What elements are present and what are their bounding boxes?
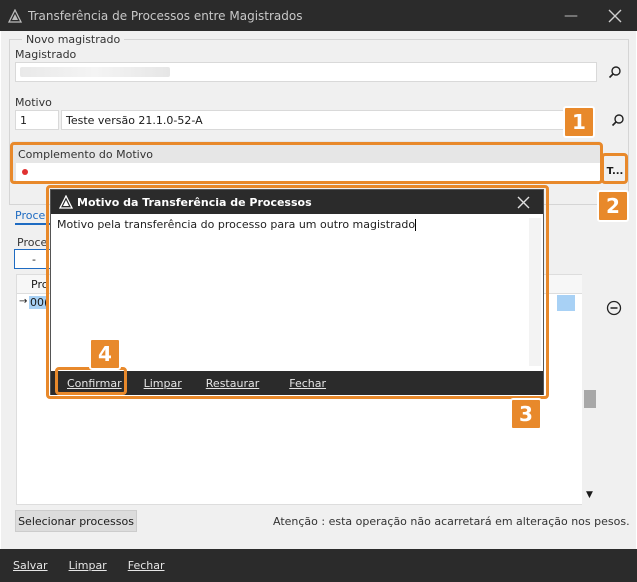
remove-circle-icon[interactable] (606, 300, 622, 316)
limpar-button[interactable]: Limpar (69, 559, 107, 572)
magistrado-search-button[interactable] (604, 61, 626, 83)
fechar-button[interactable]: Fechar (128, 559, 165, 572)
callout-badge-3: 3 (510, 398, 542, 430)
minimize-button[interactable]: — (549, 0, 593, 31)
search-icon (611, 114, 624, 127)
motivo-code-field[interactable]: 1 (15, 110, 59, 130)
callout-badge-4: 4 (89, 338, 121, 370)
close-icon (608, 9, 622, 22)
bottom-toolbar: Salvar Limpar Fechar (0, 549, 637, 582)
scrollbar-thumb[interactable] (584, 390, 596, 408)
salvar-button[interactable]: Salvar (13, 559, 48, 572)
warning-text: Atenção : esta operação não acarretará e… (273, 515, 630, 528)
motivo-text-field[interactable]: Teste versão 21.1.0-52-A (61, 110, 579, 130)
scroll-down-icon[interactable]: ▼ (586, 490, 593, 500)
minimize-icon: — (564, 7, 578, 24)
callout-frame-confirmar (55, 367, 127, 395)
callout-badge-1: 1 (563, 106, 595, 138)
row-highlight-right (557, 295, 575, 311)
grid-scrollbar[interactable]: ▼ (582, 274, 598, 505)
row-arrow-icon: → (19, 296, 28, 307)
window-title: Transferência de Processos entre Magistr… (28, 8, 303, 23)
close-button[interactable] (593, 0, 637, 31)
motivo-label: Motivo (15, 96, 52, 109)
callout-frame-complemento (10, 142, 603, 184)
callout-frame-text-button (601, 153, 628, 184)
panel-label: Proce (17, 236, 48, 249)
select-processes-button[interactable]: Selecionar processos (15, 510, 137, 532)
search-icon (608, 66, 621, 79)
callout-badge-2: 2 (597, 190, 629, 222)
motivo-search-button[interactable] (607, 109, 629, 131)
magistrado-label: Magistrado (15, 48, 77, 61)
group-title: Novo magistrado (22, 33, 125, 46)
magistrado-field[interactable] (15, 62, 597, 82)
title-bar: Transferência de Processos entre Magistr… (0, 0, 637, 31)
magistrado-value-redacted (20, 67, 170, 77)
app-logo-icon (8, 8, 22, 23)
